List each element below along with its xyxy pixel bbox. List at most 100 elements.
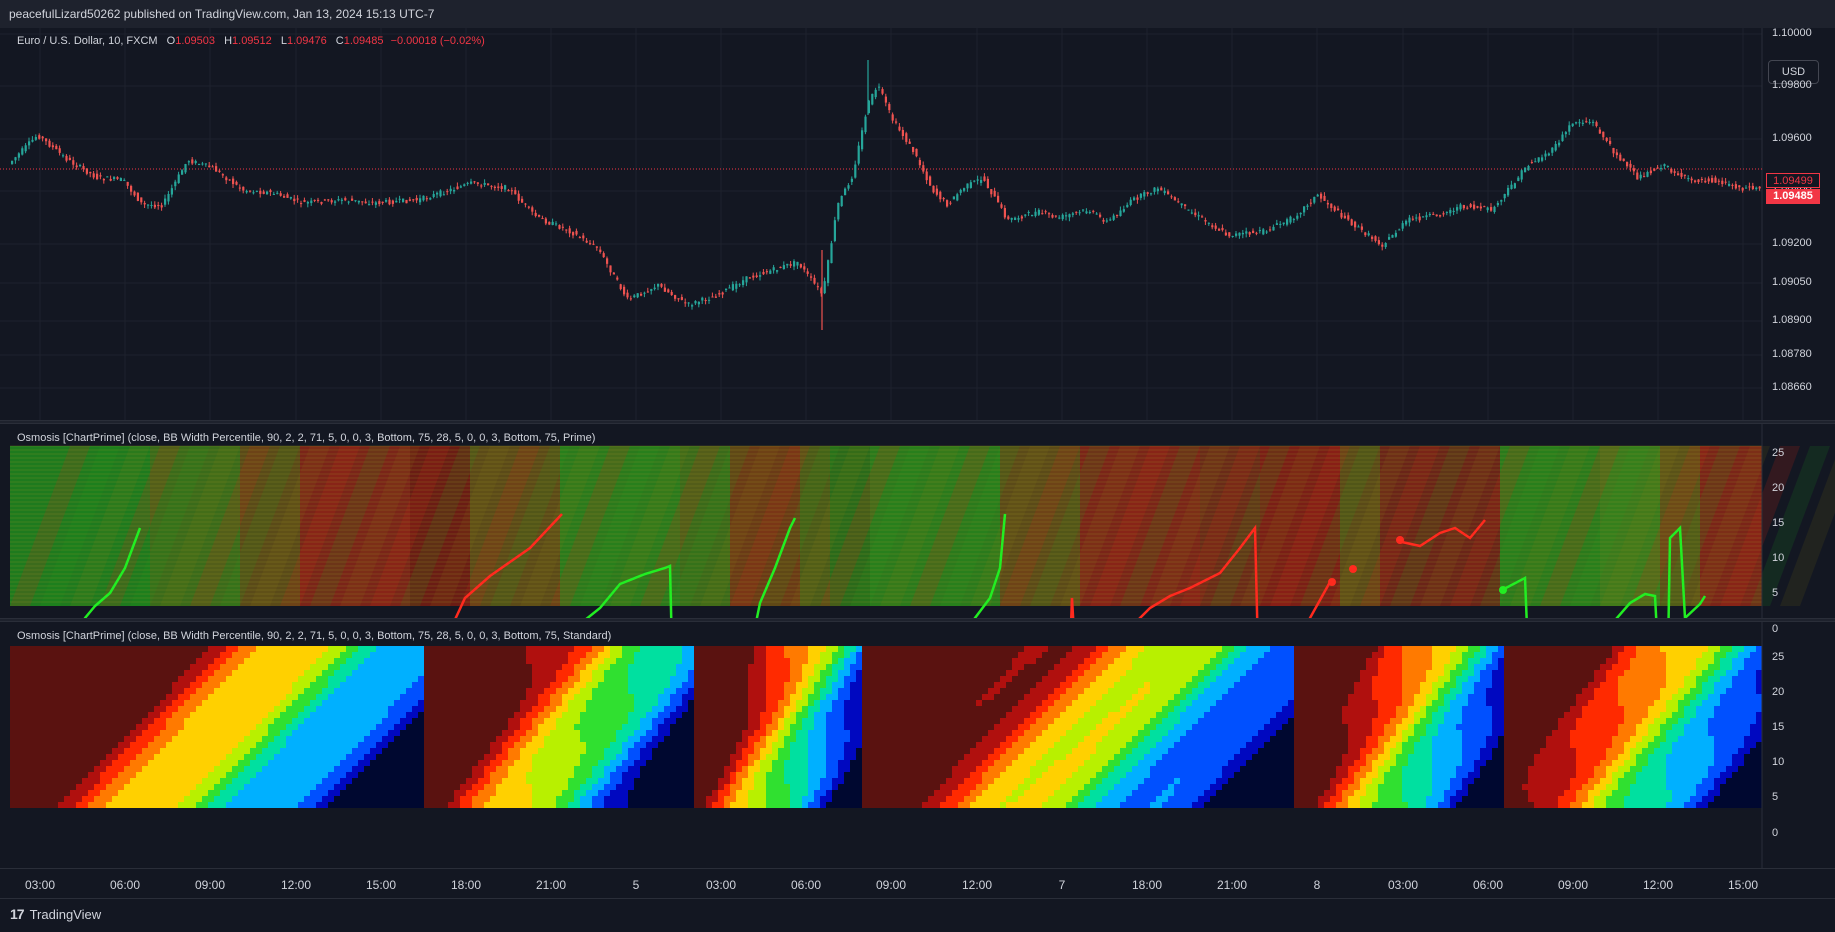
heat-cell — [148, 664, 154, 670]
heat-cell — [376, 658, 382, 664]
signal-dot — [1499, 586, 1507, 594]
heat-cell — [622, 724, 628, 730]
candle-body — [297, 199, 299, 200]
candle-body — [123, 180, 125, 181]
heat-cell — [622, 670, 628, 676]
heat-cell — [562, 790, 568, 796]
heat-cell — [250, 742, 256, 748]
heat-cell — [166, 694, 172, 700]
heat-cell — [514, 754, 520, 760]
heat-cell — [58, 736, 64, 742]
heat-cell — [706, 694, 712, 700]
heat-cell — [406, 802, 412, 808]
heat-cell — [22, 772, 28, 778]
heat-cell — [352, 700, 358, 706]
heat-cell — [490, 772, 496, 778]
heat-cell — [676, 772, 682, 778]
heat-cell — [808, 676, 814, 682]
heat-cell — [208, 766, 214, 772]
heat-cell — [388, 778, 394, 784]
candle-body — [824, 281, 826, 293]
heat-cell — [676, 700, 682, 706]
heat-cell — [70, 748, 76, 754]
heat-cell — [136, 646, 142, 652]
candle-body — [218, 171, 220, 172]
heat-cell — [244, 760, 250, 766]
heat-cell — [808, 706, 814, 712]
candle-body — [1640, 175, 1642, 179]
heat-cell — [754, 772, 760, 778]
heat-cell — [814, 724, 820, 730]
heat-cell — [118, 742, 124, 748]
heat-cell — [688, 658, 694, 664]
heat-cell — [550, 736, 556, 742]
heat-cell — [808, 772, 814, 778]
heat-cell — [34, 736, 40, 742]
osmosis-prime-pane[interactable]: Osmosis [ChartPrime] (close, BB Width Pe… — [0, 424, 1835, 618]
price-chart[interactable] — [0, 28, 1835, 420]
heat-cell — [328, 724, 334, 730]
heat-cell — [100, 736, 106, 742]
heat-cell — [64, 652, 70, 658]
heat-cell — [460, 670, 466, 676]
heat-cell — [832, 730, 838, 736]
heat-cell — [370, 784, 376, 790]
heat-cell — [658, 772, 664, 778]
candle-body — [694, 301, 696, 303]
heat-cell — [340, 790, 346, 796]
heat-cell — [148, 694, 154, 700]
candle-body — [1602, 132, 1604, 137]
heat-cell — [664, 802, 670, 808]
heat-cell — [472, 736, 478, 742]
candle-body — [592, 244, 594, 245]
heat-cell — [22, 676, 28, 682]
candle-body — [1534, 161, 1536, 162]
heat-cell — [382, 658, 388, 664]
heat-cell — [526, 760, 532, 766]
heat-cell — [802, 766, 808, 772]
heat-cell — [748, 802, 754, 808]
candle-body — [599, 250, 601, 252]
osmosis-standard-pane[interactable]: Osmosis [ChartPrime] (close, BB Width Pe… — [0, 622, 1835, 868]
heat-cell — [304, 790, 310, 796]
heat-cell — [832, 652, 838, 658]
heat-cell — [184, 760, 190, 766]
heat-cell — [322, 748, 328, 754]
heat-cell — [664, 718, 670, 724]
heat-cell — [34, 676, 40, 682]
candle-body — [422, 196, 424, 201]
candle-body — [647, 291, 649, 292]
heat-cell — [484, 652, 490, 658]
heat-cell — [364, 682, 370, 688]
chart-area[interactable]: Euro / U.S. Dollar, 10, FXCM O1.09503 H1… — [0, 28, 1835, 898]
heat-cell — [424, 790, 430, 796]
heat-cell — [742, 742, 748, 748]
change-value: −0.00018 (−0.02%) — [391, 35, 485, 47]
heat-cell — [574, 664, 580, 670]
heat-cell — [154, 796, 160, 802]
heat-cell — [268, 742, 274, 748]
heat-cell — [202, 778, 208, 784]
candle-body — [929, 176, 931, 185]
heat-cell — [832, 646, 838, 652]
heat-cell — [658, 676, 664, 682]
heat-cell — [100, 700, 106, 706]
heat-cell — [358, 712, 364, 718]
heat-cell — [748, 688, 754, 694]
heat-cell — [598, 700, 604, 706]
price-pane[interactable]: Euro / U.S. Dollar, 10, FXCM O1.09503 H1… — [0, 28, 1835, 420]
heat-cell — [550, 676, 556, 682]
heat-cell — [766, 676, 772, 682]
heat-cell — [508, 694, 514, 700]
heat-cell — [148, 772, 154, 778]
heat-cell — [346, 712, 352, 718]
heat-cell — [652, 718, 658, 724]
candle-body — [1289, 217, 1291, 223]
heat-cell — [454, 742, 460, 748]
heat-cell — [418, 778, 424, 784]
heat-cell — [610, 670, 616, 676]
heat-cell — [76, 676, 82, 682]
heat-cell — [640, 718, 646, 724]
heat-cell — [526, 706, 532, 712]
candle-body — [1429, 214, 1431, 215]
